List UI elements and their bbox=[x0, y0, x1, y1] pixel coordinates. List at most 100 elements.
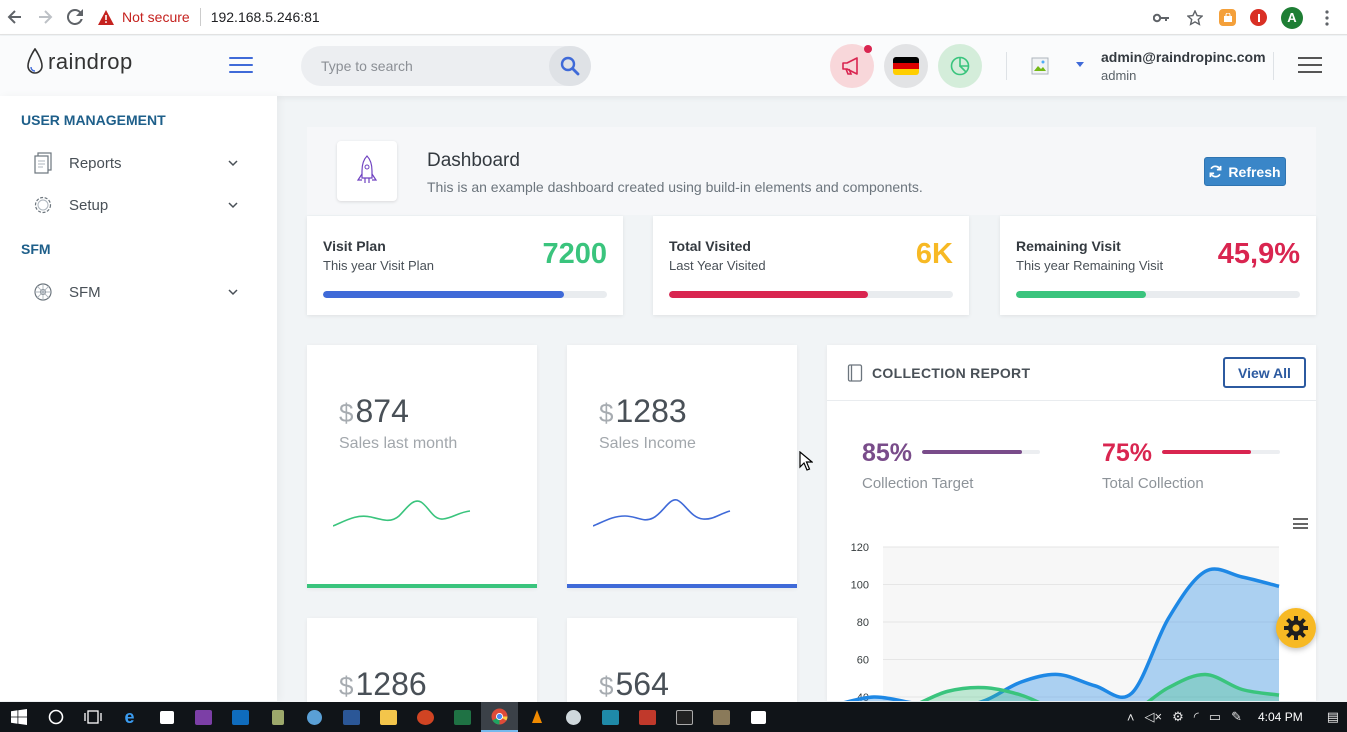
search-button[interactable] bbox=[549, 46, 591, 86]
sidebar-item-label: Setup bbox=[69, 196, 109, 214]
book-icon bbox=[847, 364, 863, 382]
back-icon[interactable] bbox=[0, 0, 30, 35]
app-tray-icon[interactable]: ⚙ bbox=[1172, 709, 1184, 725]
kebab-menu-icon[interactable] bbox=[1317, 8, 1337, 28]
photos-icon[interactable] bbox=[740, 702, 777, 732]
sales-amount: 874 bbox=[355, 393, 409, 429]
page-subtitle: This is an example dashboard created usi… bbox=[427, 179, 923, 195]
stat-value: 6K bbox=[915, 238, 953, 270]
sparkline-blue bbox=[593, 499, 731, 527]
sidebar-heading-user-management: USER MANAGEMENT bbox=[21, 112, 166, 128]
system-tray: ˄ ◁× ⚙ ◜ ▭ ✎ 4:04 PM ▤ bbox=[1127, 702, 1347, 732]
sales-label: Sales Income bbox=[599, 435, 696, 452]
chart-menu-button[interactable] bbox=[1293, 518, 1308, 529]
profile-avatar[interactable]: A bbox=[1281, 6, 1303, 29]
megaphone-icon bbox=[842, 57, 858, 75]
notifications-button[interactable] bbox=[830, 44, 874, 88]
stat-card-total-visited: Total Visited Last Year Visited 6K bbox=[653, 216, 969, 315]
sidebar-item-sfm[interactable]: SFM bbox=[20, 274, 250, 310]
user-email[interactable]: admin@raindropinc.com bbox=[1101, 49, 1266, 65]
reload-icon[interactable] bbox=[60, 0, 90, 35]
store-icon[interactable] bbox=[148, 702, 185, 732]
wifi-icon[interactable]: ◜ bbox=[1194, 709, 1199, 725]
stat-title: Remaining Visit bbox=[1016, 238, 1121, 254]
edge-browser-icon[interactable]: e bbox=[111, 702, 148, 732]
stat-value: 7200 bbox=[542, 238, 607, 270]
header-menu-button[interactable] bbox=[1298, 57, 1322, 73]
onenote-icon[interactable] bbox=[185, 702, 222, 732]
refresh-button[interactable]: Refresh bbox=[1204, 157, 1286, 186]
sidebar-item-reports[interactable]: Reports bbox=[20, 145, 250, 181]
chevron-down-icon[interactable] bbox=[1076, 62, 1084, 67]
chevron-down-icon[interactable] bbox=[228, 200, 238, 210]
view-all-button[interactable]: View All bbox=[1223, 357, 1306, 388]
app-icon[interactable] bbox=[592, 702, 629, 732]
user-avatar-broken-image-icon[interactable] bbox=[1031, 57, 1049, 75]
app-icon[interactable] bbox=[296, 702, 333, 732]
germany-flag-icon bbox=[893, 57, 919, 75]
rocket-icon bbox=[356, 155, 378, 183]
taskbar-clock[interactable]: 4:04 PM bbox=[1258, 710, 1303, 724]
language-button[interactable] bbox=[884, 44, 928, 88]
forward-icon[interactable] bbox=[30, 0, 60, 35]
chart-y-tick-label: 100 bbox=[851, 580, 869, 592]
extension-shield-icon[interactable] bbox=[1250, 9, 1267, 26]
activity-button[interactable] bbox=[938, 44, 982, 88]
extension-bag-icon[interactable] bbox=[1219, 9, 1236, 26]
app-icon[interactable] bbox=[629, 702, 666, 732]
chevron-up-icon[interactable]: ˄ bbox=[1127, 710, 1135, 725]
app-icon[interactable] bbox=[703, 702, 740, 732]
vlc-icon[interactable] bbox=[518, 702, 555, 732]
sparkline-green bbox=[333, 500, 471, 527]
sales-amount: 564 bbox=[615, 666, 669, 702]
search-input[interactable] bbox=[301, 46, 541, 86]
app-icon[interactable] bbox=[555, 702, 592, 732]
volume-icon[interactable]: ◁× bbox=[1145, 709, 1163, 725]
outlook-icon[interactable] bbox=[222, 702, 259, 732]
windows-start-icon[interactable] bbox=[0, 702, 37, 732]
app-icon[interactable] bbox=[259, 702, 296, 732]
theme-settings-button[interactable] bbox=[1276, 608, 1316, 648]
notification-badge bbox=[864, 45, 872, 53]
sidebar: USER MANAGEMENT Reports Setup SFM SFM bbox=[0, 96, 277, 701]
chrome-icon[interactable] bbox=[481, 702, 518, 732]
cortana-search-icon[interactable] bbox=[37, 702, 74, 732]
stat-progress-bar bbox=[323, 291, 607, 298]
stat-progress-bar bbox=[669, 291, 953, 298]
pen-icon[interactable]: ✎ bbox=[1231, 709, 1242, 725]
url-text[interactable]: 192.168.5.246:81 bbox=[211, 9, 320, 25]
star-icon[interactable] bbox=[1185, 8, 1205, 28]
battery-icon[interactable]: ▭ bbox=[1209, 709, 1221, 725]
collection-area-chart: 120100806040 bbox=[843, 542, 1280, 701]
sales-value: $1286 bbox=[339, 666, 427, 703]
stat-subtitle: This year Remaining Visit bbox=[1016, 258, 1164, 273]
chevron-down-icon[interactable] bbox=[228, 287, 238, 297]
sidebar-toggle-button[interactable] bbox=[229, 57, 253, 73]
sidebar-item-setup[interactable]: Setup bbox=[20, 187, 250, 223]
key-icon[interactable] bbox=[1151, 8, 1171, 28]
metric-label: Collection Target bbox=[862, 475, 974, 492]
stat-card-visit-plan: Visit Plan This year Visit Plan 7200 bbox=[307, 216, 623, 315]
word-icon[interactable] bbox=[333, 702, 370, 732]
excel-icon[interactable] bbox=[444, 702, 481, 732]
stat-subtitle: This year Visit Plan bbox=[323, 258, 435, 273]
page-title: Dashboard bbox=[427, 150, 520, 171]
action-center-icon[interactable]: ▤ bbox=[1327, 709, 1339, 725]
divider bbox=[1273, 52, 1274, 80]
logo[interactable]: raindrop bbox=[26, 48, 133, 76]
mouse-cursor bbox=[799, 451, 813, 471]
powerpoint-icon[interactable] bbox=[407, 702, 444, 732]
command-prompt-icon[interactable] bbox=[666, 702, 703, 732]
sales-value: $564 bbox=[599, 666, 669, 703]
currency-symbol: $ bbox=[599, 671, 614, 701]
file-explorer-icon[interactable] bbox=[370, 702, 407, 732]
sidebar-item-label: SFM bbox=[69, 283, 101, 301]
metric-label: Total Collection bbox=[1102, 475, 1204, 492]
stat-progress-bar bbox=[1016, 291, 1300, 298]
security-label[interactable]: Not secure bbox=[122, 9, 190, 25]
address-bar[interactable]: Not secure 192.168.5.246:81 bbox=[98, 0, 320, 35]
metric-progress-fill bbox=[1162, 450, 1251, 454]
chevron-down-icon[interactable] bbox=[228, 158, 238, 168]
task-view-icon[interactable] bbox=[74, 702, 111, 732]
chart-y-tick-label: 80 bbox=[857, 617, 869, 629]
